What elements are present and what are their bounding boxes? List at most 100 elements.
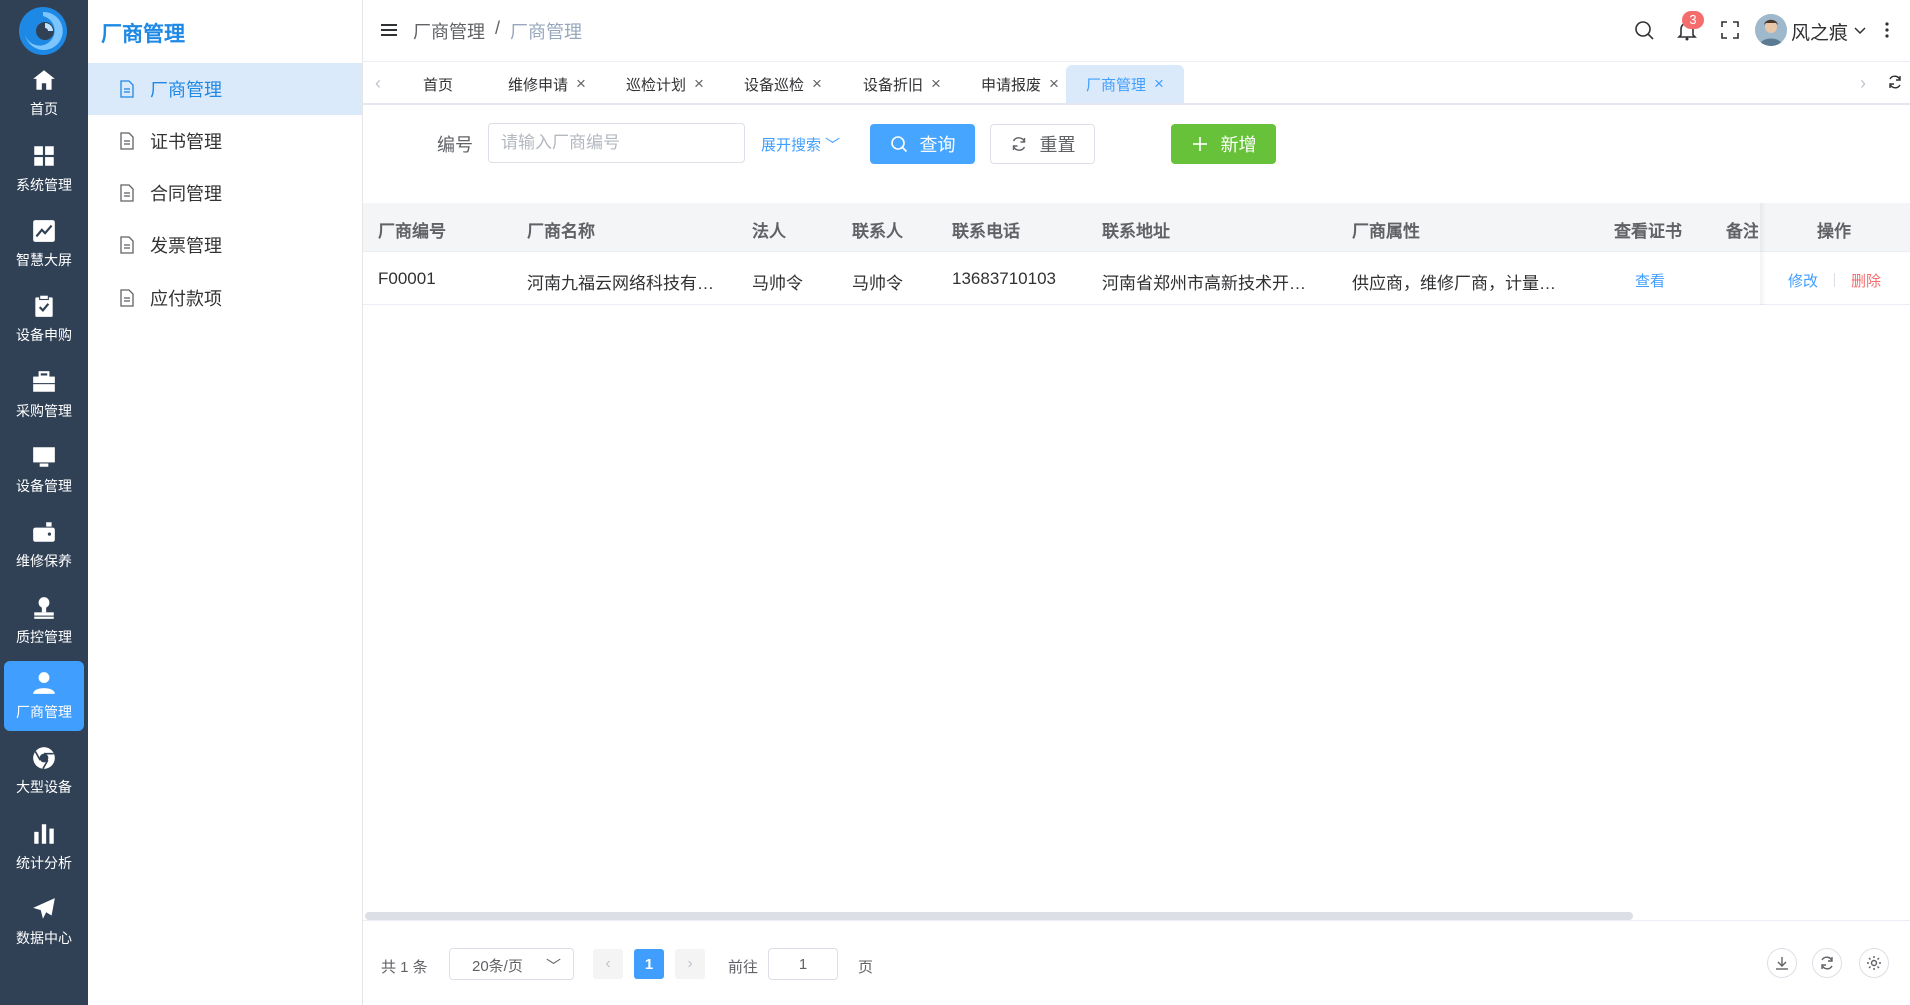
document-icon: [120, 236, 134, 254]
page-number-current[interactable]: 1: [634, 949, 664, 979]
tag-vendor[interactable]: 厂商管理 ×: [1066, 65, 1184, 103]
goto-page-input[interactable]: [768, 948, 838, 980]
rail-item-procurement[interactable]: 采购管理: [4, 360, 84, 430]
submenu-item-payable[interactable]: 应付款项: [88, 272, 362, 324]
fullscreen-icon[interactable]: [1719, 19, 1741, 41]
close-icon[interactable]: ×: [576, 74, 586, 94]
avatar[interactable]: [1755, 14, 1787, 46]
rail-item-bigscreen[interactable]: 智慧大屏: [4, 209, 84, 279]
rail-item-quality[interactable]: 质控管理: [4, 586, 84, 656]
goto-label: 前往: [728, 959, 759, 976]
rail-item-statistics[interactable]: 统计分析: [4, 812, 84, 882]
page-size-select[interactable]: 20条/页 ﹀: [449, 948, 574, 980]
chevron-right-icon: ›: [687, 955, 693, 972]
rail-item-large-device[interactable]: 大型设备: [4, 736, 84, 806]
column-header: 厂商属性: [1352, 222, 1420, 241]
user-icon: [33, 672, 55, 694]
tag-scrap-request[interactable]: 申请报废 ×: [967, 65, 1073, 103]
hamburger-icon[interactable]: [379, 20, 399, 40]
submenu-item-label: 厂商管理: [150, 80, 222, 100]
export-button[interactable]: [1767, 948, 1797, 978]
document-icon: [120, 80, 134, 98]
refresh-table-button[interactable]: [1812, 948, 1842, 978]
table-row: F00001 河南九福云网络科技有… 马帅令 马帅令 13683710103 河…: [363, 252, 1910, 305]
gear-icon: [1867, 956, 1881, 970]
tag-home[interactable]: 首页: [409, 65, 467, 103]
submenu-item-label: 合同管理: [150, 184, 222, 204]
tags-view: ‹ 首页 维修申请 × 巡检计划 × 设备巡检 × 设备折旧 × 申请报废 × 厂商管理 ×…: [363, 62, 1910, 105]
cell-contact: 马帅令: [852, 274, 903, 293]
refresh-icon[interactable]: [1887, 74, 1903, 90]
more-vertical-icon[interactable]: [1883, 19, 1891, 41]
tag-label: 巡检计划: [626, 76, 687, 94]
edit-link[interactable]: 修改: [1788, 270, 1818, 291]
stamp-icon: [34, 597, 54, 619]
app-logo: [19, 7, 67, 55]
bar-chart-icon: [34, 824, 54, 844]
close-icon[interactable]: ×: [694, 74, 704, 94]
rail-item-device[interactable]: 设备管理: [4, 435, 84, 505]
close-icon[interactable]: ×: [1049, 74, 1059, 94]
add-button[interactable]: 新增: [1171, 124, 1276, 164]
page-suffix: 页: [858, 959, 874, 976]
close-icon[interactable]: ×: [812, 74, 822, 94]
close-icon[interactable]: ×: [1154, 74, 1164, 94]
rail-item-label: 智慧大屏: [16, 252, 72, 268]
query-button[interactable]: 查询: [870, 124, 975, 164]
rail-item-label: 采购管理: [16, 403, 72, 419]
sub-menu: 厂商管理 厂商管理 证书管理 合同管理 发票管理 应付款项: [88, 0, 363, 1005]
chevron-down-icon: ﹀: [821, 137, 841, 154]
tags-scroll-left-icon[interactable]: ‹: [375, 73, 381, 94]
tag-label: 厂商管理: [1086, 76, 1147, 94]
close-icon[interactable]: ×: [931, 74, 941, 94]
rail-item-label: 统计分析: [16, 855, 72, 871]
wallet-icon: [33, 522, 55, 542]
table-settings-button[interactable]: [1859, 948, 1889, 978]
column-header: 联系人: [852, 222, 903, 241]
next-page-button[interactable]: ›: [675, 949, 705, 979]
view-certificate-link[interactable]: 查看: [1635, 270, 1665, 291]
horizontal-scrollbar[interactable]: [365, 912, 1633, 920]
main-nav-rail: 首页 系统管理 智慧大屏 设备申购 采购管理 设备管理 维修保养 质控管理 厂商…: [0, 0, 88, 1005]
expand-search-link[interactable]: 展开搜索 ﹀: [761, 134, 840, 155]
rail-item-system[interactable]: 系统管理: [4, 134, 84, 204]
rail-item-label: 质控管理: [16, 629, 72, 645]
delete-link[interactable]: 删除: [1851, 270, 1881, 291]
tag-device-inspection[interactable]: 设备巡检 ×: [730, 65, 836, 103]
prev-page-button[interactable]: ‹: [593, 949, 623, 979]
top-header: 厂商管理 / 厂商管理 3 风之痕: [363, 0, 1910, 62]
submenu-item-certificate[interactable]: 证书管理: [88, 115, 362, 167]
fixed-column-shadow: [1760, 203, 1766, 305]
search-icon[interactable]: [1633, 19, 1655, 41]
tags-scroll-right-icon[interactable]: ›: [1860, 73, 1866, 94]
sub-menu-title: 厂商管理: [101, 23, 185, 46]
clipboard-check-icon: [35, 294, 53, 317]
breadcrumb-item[interactable]: 厂商管理: [413, 18, 485, 44]
rail-item-label: 维修保养: [16, 553, 72, 569]
username[interactable]: 风之痕: [1791, 18, 1848, 45]
tag-inspection-plan[interactable]: 巡检计划 ×: [612, 65, 718, 103]
tag-label: 设备折旧: [863, 76, 924, 94]
rail-item-maintenance[interactable]: 维修保养: [4, 510, 84, 580]
tag-label: 首页: [423, 76, 454, 94]
monitor-icon: [33, 447, 55, 467]
tag-label: 维修申请: [508, 76, 569, 94]
reset-button[interactable]: 重置: [990, 124, 1095, 164]
submenu-item-vendor[interactable]: 厂商管理: [88, 63, 362, 115]
chevron-down-icon[interactable]: [1852, 22, 1868, 38]
rail-item-data-center[interactable]: 数据中心: [4, 887, 84, 957]
rail-item-vendor[interactable]: 厂商管理: [4, 661, 84, 731]
rail-item-purchase-request[interactable]: 设备申购: [4, 284, 84, 354]
tag-repair-request[interactable]: 维修申请 ×: [494, 65, 600, 103]
submenu-item-contract[interactable]: 合同管理: [88, 167, 362, 219]
rail-item-label: 设备申购: [16, 327, 72, 343]
reset-button-label: 重置: [1039, 135, 1076, 155]
cell-address: 河南省郑州市高新技术开…: [1102, 274, 1306, 293]
rail-item-home[interactable]: 首页: [4, 58, 84, 128]
breadcrumb-separator: /: [495, 18, 501, 38]
vendor-code-input[interactable]: [488, 123, 745, 163]
column-header: 联系地址: [1102, 222, 1170, 241]
submenu-item-invoice[interactable]: 发票管理: [88, 219, 362, 271]
action-divider: [1834, 273, 1835, 287]
tag-depreciation[interactable]: 设备折旧 ×: [849, 65, 955, 103]
